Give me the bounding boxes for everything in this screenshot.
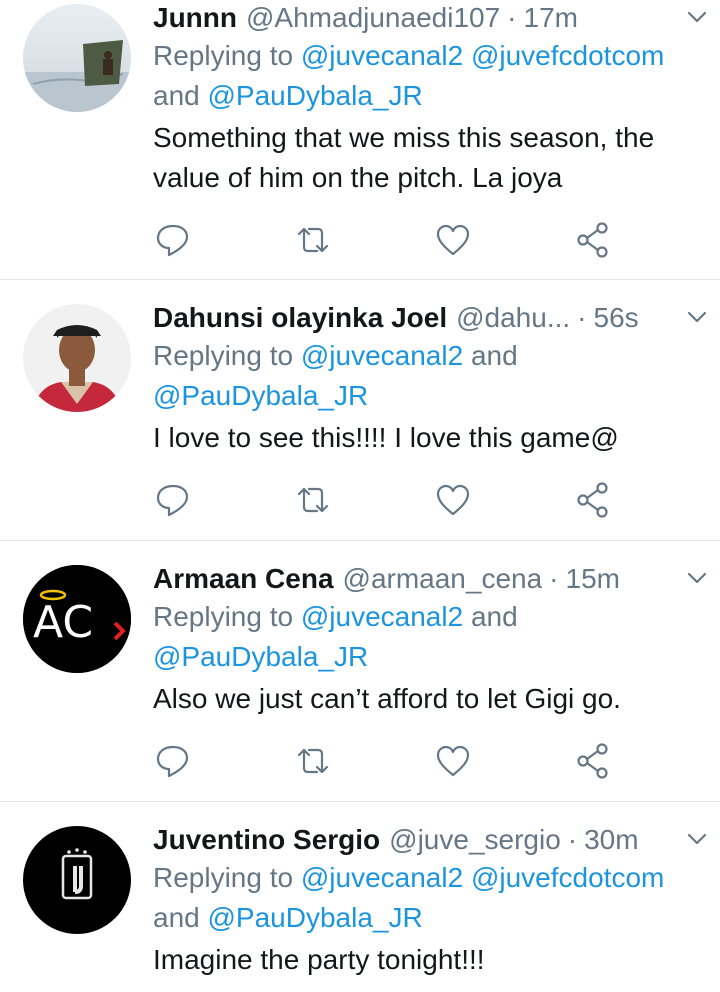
replying-to: Replying to @juvecanal2 @juvefcdotcom an… (153, 858, 702, 938)
mention-link[interactable]: @juvecanal2 (301, 40, 463, 71)
retweet-icon[interactable] (293, 480, 333, 520)
author-name[interactable]: Juventino Sergio (153, 822, 380, 858)
mention-link[interactable]: @juvecanal2 (301, 862, 463, 893)
tweet[interactable]: Dahunsi olayinka Joel @dahu... · 56s Rep… (0, 280, 720, 541)
author-handle[interactable]: @Ahmadjunaedi107 (246, 0, 500, 36)
reply-icon[interactable] (153, 220, 193, 260)
replying-label: Replying to (153, 340, 294, 371)
tweet-text: Also we just can’t afford to let Gigi go… (153, 683, 621, 714)
mention-link[interactable]: @PauDybala_JR (153, 641, 368, 672)
replying-label: Replying to (153, 862, 294, 893)
separator-dot: · (507, 2, 517, 33)
timestamp[interactable]: 56s (594, 300, 639, 336)
mention-link[interactable]: @PauDybala_JR (208, 80, 423, 111)
like-icon[interactable] (433, 480, 473, 520)
author-name[interactable]: Dahunsi olayinka Joel (153, 300, 447, 336)
replying-label: Replying to (153, 601, 294, 632)
mention-link[interactable]: @PauDybala_JR (208, 902, 423, 933)
replying-to: Replying to @juvecanal2 and @PauDybala_J… (153, 597, 702, 677)
mention-link[interactable]: @juvefcdotcom (471, 862, 664, 893)
replying-label: Replying to (153, 40, 294, 71)
mention-link[interactable]: @PauDybala_JR (153, 380, 368, 411)
and-label: and (153, 902, 200, 933)
separator-dot: · (577, 302, 587, 333)
reply-icon[interactable] (153, 480, 193, 520)
and-label: and (153, 80, 200, 111)
avatar[interactable] (23, 304, 131, 412)
tweet-text: Something that we miss this season, the … (153, 122, 655, 193)
chevron-down-icon[interactable] (684, 826, 710, 852)
mention-link[interactable]: @juvecanal2 (301, 340, 463, 371)
chevron-down-icon[interactable] (684, 565, 710, 591)
author-name[interactable]: Armaan Cena (153, 561, 334, 597)
share-icon[interactable] (573, 480, 613, 520)
timestamp[interactable]: 15m (566, 561, 620, 597)
timestamp[interactable]: 30m (584, 822, 638, 858)
retweet-icon[interactable] (293, 741, 333, 781)
tweet[interactable]: AC Armaan Cena @armaan_cena · 15m Replyi… (0, 541, 720, 802)
mention-link[interactable]: @juvecanal2 (301, 601, 463, 632)
author-handle[interactable]: @armaan_cena (343, 561, 543, 597)
author-name[interactable]: Junnn (153, 0, 237, 36)
chevron-down-icon[interactable] (684, 4, 710, 30)
avatar[interactable] (23, 826, 131, 934)
and-label: and (470, 340, 518, 371)
tweet-text: I love to see this!!!! I love this game@ (153, 422, 619, 453)
tweet[interactable]: Junnn @Ahmadjunaedi107 · 17m Replying to… (0, 0, 720, 280)
separator-dot: · (567, 824, 578, 855)
chevron-down-icon[interactable] (684, 304, 710, 330)
avatar[interactable]: AC (23, 565, 131, 673)
tweet-text: Imagine the party tonight!!! (153, 944, 485, 975)
tweet-actions (153, 220, 613, 260)
tweet-actions (153, 741, 613, 781)
tweet[interactable]: Juventino Sergio @juve_sergio · 30m Repl… (0, 802, 720, 992)
replying-to: Replying to @juvecanal2 @juvefcdotcom an… (153, 36, 702, 116)
like-icon[interactable] (433, 741, 473, 781)
author-handle[interactable]: @juve_sergio (389, 822, 561, 858)
share-icon[interactable] (573, 220, 613, 260)
reply-icon[interactable] (153, 741, 193, 781)
mention-link[interactable]: @juvefcdotcom (471, 40, 664, 71)
separator-dot: · (549, 563, 559, 594)
share-icon[interactable] (573, 741, 613, 781)
avatar[interactable] (23, 4, 131, 112)
avatar-logo-text: AC (33, 597, 93, 648)
tweet-actions (153, 480, 613, 520)
author-handle[interactable]: @dahu... (456, 300, 570, 336)
timestamp[interactable]: 17m (524, 0, 578, 36)
retweet-icon[interactable] (293, 220, 333, 260)
and-label: and (470, 601, 518, 632)
like-icon[interactable] (433, 220, 473, 260)
replying-to: Replying to @juvecanal2 and @PauDybala_J… (153, 336, 702, 416)
